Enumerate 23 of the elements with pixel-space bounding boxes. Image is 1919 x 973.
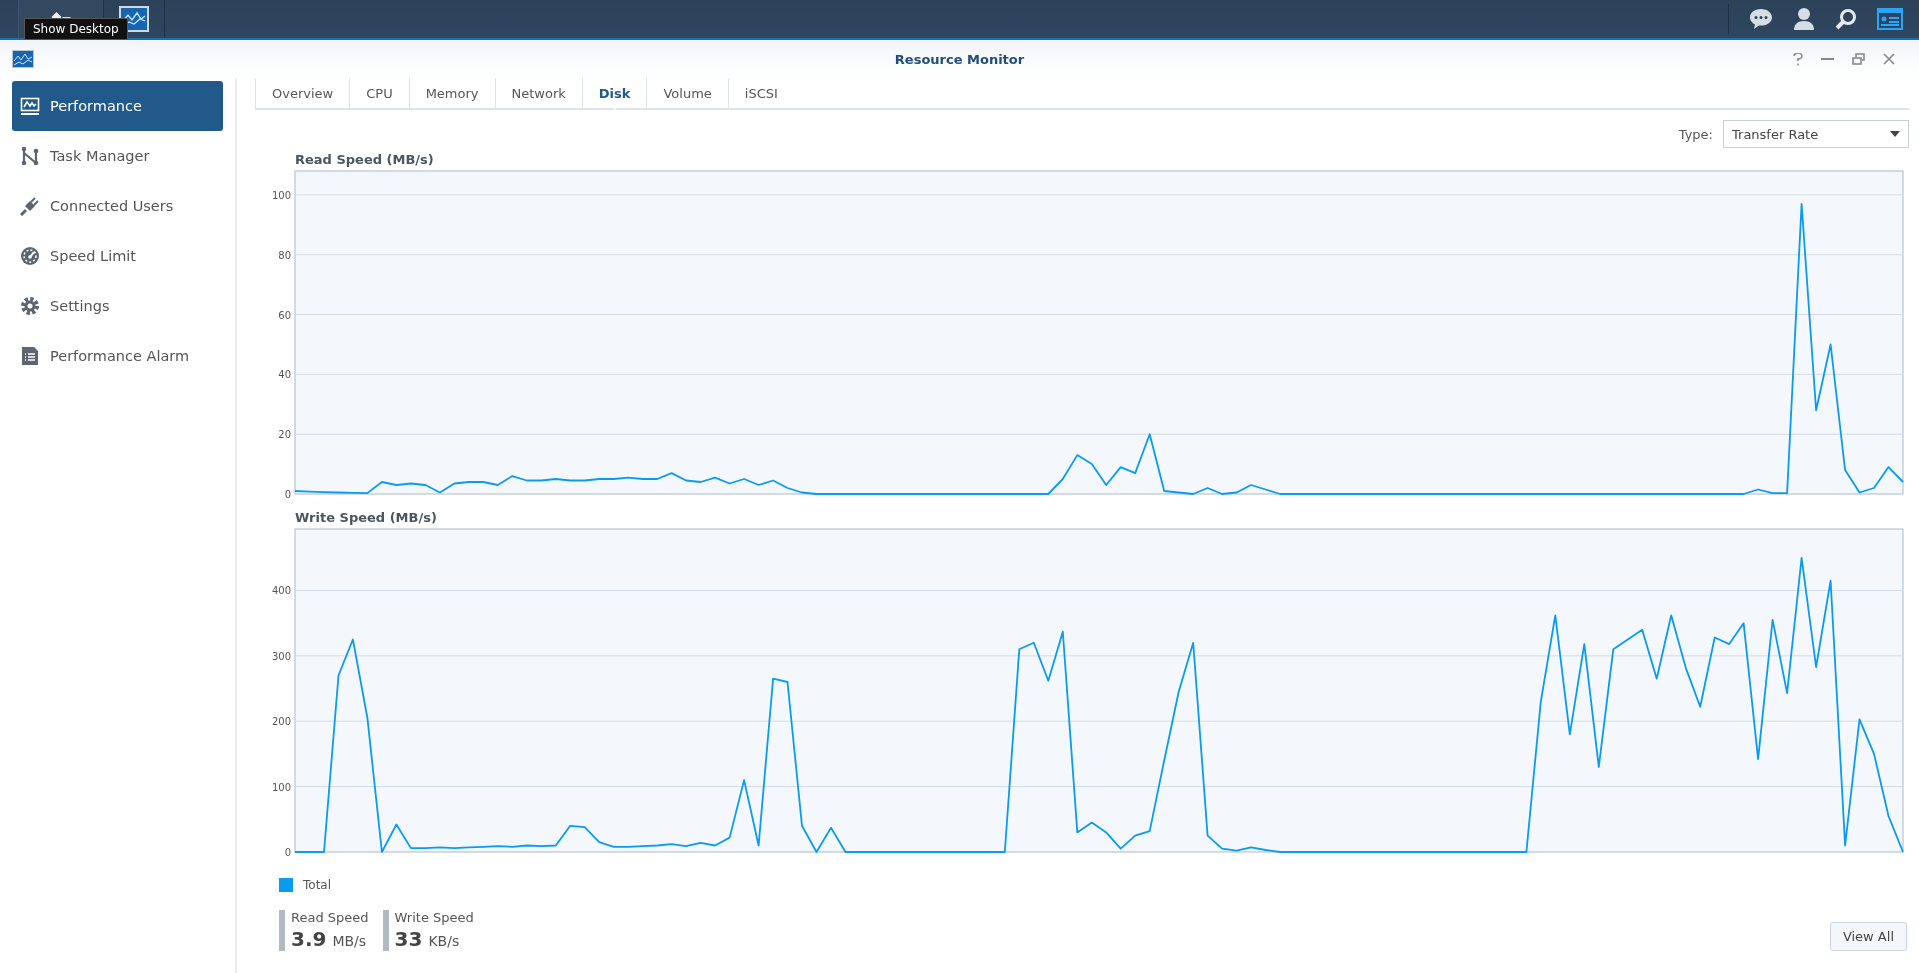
y-tick-label: 0: [284, 489, 291, 500]
tooltip: Show Desktop: [24, 18, 128, 40]
y-tick-label: 20: [278, 429, 291, 441]
summary-unit: MB/s: [332, 933, 367, 949]
y-tick-label: 60: [278, 309, 291, 321]
window-title: Resource Monitor: [894, 51, 1025, 67]
y-tick-label: 0: [284, 847, 291, 858]
y-tick-label: 100: [271, 781, 291, 793]
y-tick-label: 200: [271, 716, 291, 728]
legend-label: Total: [303, 878, 332, 892]
chart-title: Read Speed (MB/s): [295, 152, 435, 167]
chart-title: Write Speed (MB/s): [295, 510, 438, 525]
summary-value: 3.9: [291, 927, 327, 951]
y-tick-label: 400: [271, 585, 291, 597]
summary-unit: KB/s: [428, 933, 460, 949]
y-tick-label: 40: [278, 369, 291, 381]
type-label: Type:: [1678, 126, 1713, 142]
summary-value: 33: [394, 927, 423, 951]
summary-label: Write Speed: [394, 910, 474, 925]
y-tick-label: 300: [271, 650, 291, 662]
summary-label: Read Speed: [291, 910, 369, 925]
y-tick-label: 100: [271, 189, 291, 201]
y-tick-label: 80: [278, 249, 291, 261]
